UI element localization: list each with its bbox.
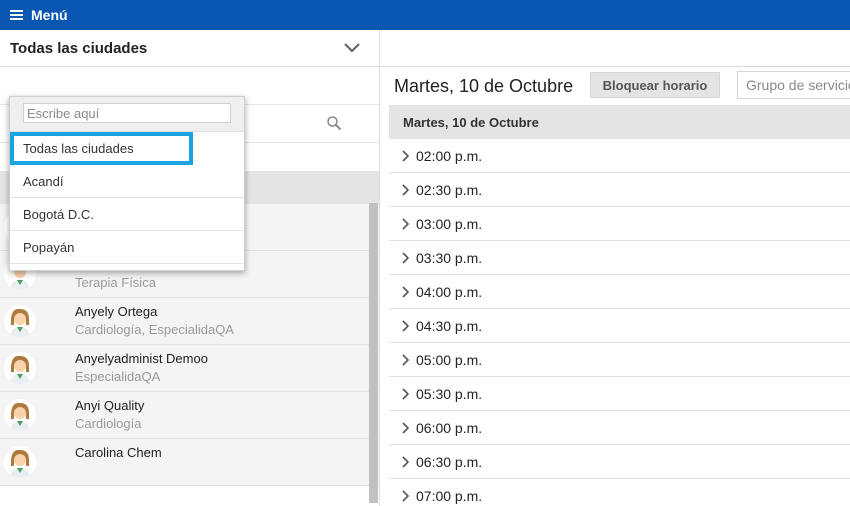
chevron-right-icon[interactable] [401, 217, 410, 230]
time-slot[interactable]: 04:30 p.m. [389, 309, 850, 343]
time-slot[interactable]: 04:00 p.m. [389, 275, 850, 309]
doctor-list-scrollbar[interactable] [369, 203, 378, 503]
doctor-avatar-icon [4, 352, 36, 384]
hamburger-menu-icon[interactable] [10, 10, 23, 20]
time-slot[interactable]: 07:00 p.m. [389, 479, 850, 506]
service-group-input[interactable] [737, 71, 850, 99]
city-dropdown-search-wrap [10, 97, 244, 132]
chevron-right-icon[interactable] [401, 387, 410, 400]
top-bar: Menú [0, 0, 850, 30]
doctor-list-item[interactable]: Carolina Chem [0, 439, 379, 486]
city-filter-select[interactable]: Todas las ciudades [0, 30, 379, 67]
left-panel: Todas las ciudades Admin IstradorCardiol… [0, 30, 380, 506]
schedule-top-strip [381, 30, 850, 67]
doctor-name: Anyi Quality [75, 398, 145, 413]
time-slot-label: 02:00 p.m. [416, 147, 483, 164]
doctor-avatar-icon [4, 399, 36, 431]
doctor-specialty: Cardiología [75, 416, 142, 431]
doctor-list-item[interactable]: Anyely Ortega Cardiología, EspecialidaQA [0, 298, 379, 345]
time-slot[interactable]: 05:30 p.m. [389, 377, 850, 411]
doctor-name: Anyelyadminist Demoo [75, 351, 208, 366]
time-slot-label: 06:30 p.m. [416, 453, 483, 470]
time-slot[interactable]: 05:00 p.m. [389, 343, 850, 377]
chevron-right-icon[interactable] [401, 353, 410, 366]
chevron-right-icon[interactable] [401, 421, 410, 434]
city-option[interactable]: Popayán [10, 231, 244, 264]
doctor-name: Anyely Ortega [75, 304, 158, 319]
doctor-name: Carolina Chem [75, 445, 162, 460]
time-slot[interactable]: 03:00 p.m. [389, 207, 850, 241]
time-slot[interactable]: 02:30 p.m. [389, 173, 850, 207]
chevron-right-icon[interactable] [401, 183, 410, 196]
time-slot-label: 06:00 p.m. [416, 419, 483, 436]
chevron-down-icon[interactable] [343, 38, 361, 56]
time-slot-label: 03:00 p.m. [416, 215, 483, 232]
chevron-right-icon[interactable] [401, 251, 410, 264]
city-filter-label: Todas las ciudades [10, 39, 148, 57]
doctor-list-item[interactable]: Anyelyadminist Demoo EspecialidaQA [0, 345, 379, 392]
chevron-right-icon[interactable] [401, 455, 410, 468]
time-slot-label: 04:00 p.m. [416, 283, 483, 300]
city-option[interactable]: Todas las ciudades [10, 132, 193, 165]
schedule-date-title: Martes, 10 de Octubre [394, 75, 574, 96]
doctor-avatar-icon [4, 446, 36, 478]
city-search-input[interactable] [23, 103, 231, 123]
doctor-avatar-icon [4, 305, 36, 337]
doctor-specialty: Cardiología, EspecialidaQA [75, 322, 234, 337]
doctor-specialty: Terapia Física [75, 275, 156, 290]
time-slot-label: 03:30 p.m. [416, 249, 483, 266]
chevron-right-icon[interactable] [401, 285, 410, 298]
menu-label[interactable]: Menú [31, 7, 68, 23]
block-schedule-button[interactable]: Bloquear horario [590, 72, 720, 98]
city-dropdown: Todas las ciudadesAcandíBogotá D.C.Popay… [9, 96, 245, 271]
search-icon[interactable] [326, 115, 342, 131]
doctor-specialty: EspecialidaQA [75, 369, 161, 384]
doctor-list-item[interactable]: Anyi Quality Cardiología [0, 392, 379, 439]
time-slot-label: 07:00 p.m. [416, 487, 483, 504]
city-option[interactable]: Acandí [10, 165, 244, 198]
schedule-panel: Martes, 10 de Octubre Bloquear horario M… [381, 30, 850, 506]
time-slot-label: 04:30 p.m. [416, 317, 483, 334]
time-slot-label: 02:30 p.m. [416, 181, 483, 198]
time-slot[interactable]: 03:30 p.m. [389, 241, 850, 275]
time-slot-label: 05:30 p.m. [416, 385, 483, 402]
time-slot[interactable]: 02:00 p.m. [389, 139, 850, 173]
time-slot-label: 05:00 p.m. [416, 351, 483, 368]
city-option[interactable]: Bogotá D.C. [10, 198, 244, 231]
chevron-right-icon[interactable] [401, 489, 410, 502]
city-options: Todas las ciudades Acandí Bogotá D.C. Popay… [10, 132, 244, 264]
chevron-right-icon[interactable] [401, 319, 410, 332]
schedule-toolbar: Martes, 10 de Octubre Bloquear horario [381, 67, 850, 105]
time-slot[interactable]: 06:00 p.m. [389, 411, 850, 445]
chevron-right-icon[interactable] [401, 149, 410, 162]
time-slot[interactable]: 06:30 p.m. [389, 445, 850, 479]
day-header: Martes, 10 de Octubre [389, 105, 850, 139]
time-slot-list: 02:00 p.m. 02:30 p.m. 03:00 p.m. 03:30 p.m.… [381, 139, 850, 506]
